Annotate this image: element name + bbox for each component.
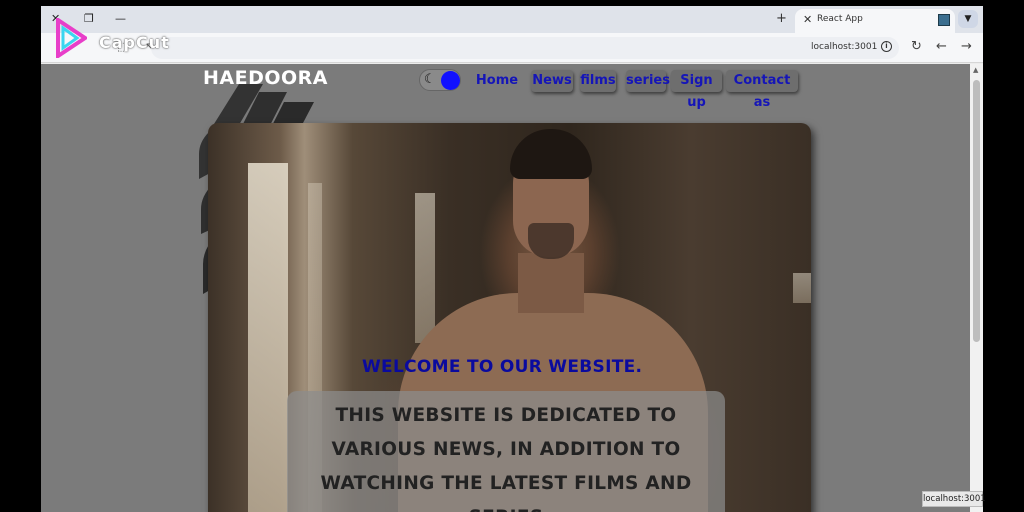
tab-favicon-icon <box>938 14 950 26</box>
site-brand[interactable]: HAEDOORA <box>203 67 328 89</box>
back-icon[interactable]: ← <box>936 39 947 54</box>
nav-sign-up[interactable]: Sign up <box>671 70 722 110</box>
scroll-thumb[interactable] <box>973 80 980 342</box>
moon-icon: ☾ <box>424 72 436 87</box>
nav-films[interactable]: films <box>580 70 616 92</box>
scroll-up-icon[interactable]: ▲ <box>973 66 978 74</box>
browser-window: ✕ ❐ — + ✕ React App ▼ ⬚ ↖ ⌕ ▣ ⧉ localhos… <box>41 6 983 512</box>
hero-heading: WELCOME TO OUR WEBSITE. <box>362 357 643 377</box>
new-tab-button[interactable]: + <box>776 11 787 26</box>
tab-react-app[interactable]: ✕ React App <box>795 9 955 33</box>
tab-title: React App <box>817 14 863 24</box>
minimize-window-icon[interactable]: — <box>115 12 126 25</box>
nav-contact[interactable]: Contact as <box>726 70 798 110</box>
tab-search-dropdown-icon[interactable]: ▼ <box>958 10 978 28</box>
theme-toggle[interactable]: ☾ <box>419 69 461 91</box>
url-text[interactable]: localhost:3001 <box>811 42 877 52</box>
forward-icon[interactable]: → <box>961 39 972 54</box>
web-page: HAEDOORA ☾ Home News films series Sign u… <box>41 64 970 512</box>
capcut-logo-icon <box>56 18 87 58</box>
hero-text-box: THIS WEBSITE IS DEDICATED TO VARIOUS NEW… <box>287 391 725 512</box>
status-url-tooltip: localhost:3001 <box>922 491 986 507</box>
site-info-icon[interactable]: i <box>881 41 892 52</box>
page-scrollbar[interactable]: ▲ <box>970 64 983 512</box>
reload-icon[interactable]: ↻ <box>911 39 922 54</box>
tab-close-icon[interactable]: ✕ <box>803 13 812 26</box>
hero-description: THIS WEBSITE IS DEDICATED TO VARIOUS NEW… <box>320 405 692 512</box>
address-bar: ⬚ ↖ ⌕ ▣ ⧉ localhost:3001 i ↻ ← → <box>41 33 983 63</box>
nav-news[interactable]: News <box>531 70 573 92</box>
omnibox[interactable] <box>151 37 899 59</box>
tab-bar: ✕ ❐ — + ✕ React App ▼ <box>41 6 983 33</box>
nav-home[interactable]: Home <box>475 70 519 92</box>
toggle-knob <box>441 71 460 90</box>
nav-series[interactable]: series <box>626 70 670 92</box>
watermark-text: CapCut <box>99 33 170 52</box>
